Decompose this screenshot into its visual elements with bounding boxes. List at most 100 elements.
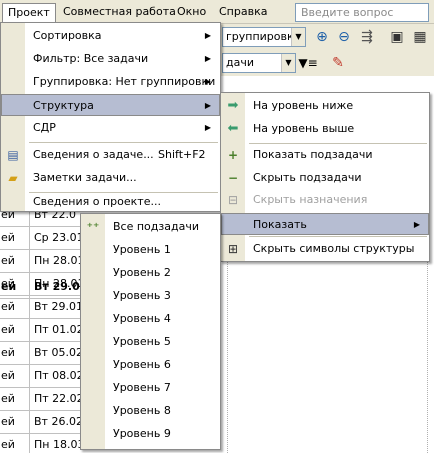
menu-item-level-4[interactable]: Уровень 4 (81, 308, 220, 330)
minus-icon: − (227, 171, 239, 185)
table-row[interactable]: ей Пт 22.02 (0, 388, 84, 411)
menu-item-label: Скрыть символы структуры (253, 242, 415, 255)
cell-duration: ей (0, 227, 30, 249)
menu-window[interactable]: Окно (172, 3, 211, 21)
cell-duration: ей (0, 319, 30, 341)
menu-item-label: Сведения о проекте... (33, 195, 161, 208)
gantt-chart-area[interactable] (221, 262, 434, 453)
submenu-arrow-icon: ▶ (204, 123, 211, 132)
zoom-in-icon[interactable]: ⊕ (312, 27, 332, 47)
project-menu: Сортировка ▶ Фильтр: Все задачи ▶ Группи… (0, 22, 221, 212)
menu-item-label: Уровень 1 (113, 243, 171, 256)
menu-item-level-5[interactable]: Уровень 5 (81, 331, 220, 353)
table-row[interactable]: ей Пт 08.02 (0, 365, 84, 388)
chevron-down-icon: ▼ (291, 28, 305, 46)
menu-item-label: Уровень 9 (113, 427, 171, 440)
cell-duration: ей (0, 250, 30, 272)
menu-item-show-subtasks[interactable]: + Показать подзадачи (221, 144, 429, 166)
menu-item-label: Группировка: Нет группировки (33, 75, 216, 88)
menu-item-all-subtasks[interactable]: ⁺⁺ Все подзадачи (81, 216, 220, 238)
menu-item-label: На уровень выше (253, 122, 355, 135)
menu-item-hide-subtasks[interactable]: − Скрыть подзадачи (221, 167, 429, 189)
menu-item-label: Показать подзадачи (253, 148, 373, 161)
outline-symbols-icon: ⊞ (227, 242, 239, 256)
menu-item-hide-outline-symbols[interactable]: ⊞ Скрыть символы структуры (221, 238, 429, 260)
menu-item-label: Скрыть назначения (253, 193, 368, 206)
structure-submenu: ➡ На уровень ниже ⬅ На уровень выше + По… (220, 92, 430, 262)
submenu-arrow-icon: ▶ (204, 31, 211, 40)
menu-item-label: Структура (33, 99, 94, 112)
arrow-right-icon: ➡ (227, 98, 239, 113)
menu-collaborate[interactable]: Совместная работа (58, 3, 181, 21)
menu-help[interactable]: Справка (214, 3, 272, 21)
menu-item-level-8[interactable]: Уровень 8 (81, 400, 220, 422)
menu-item-label: Уровень 3 (113, 289, 171, 302)
copy-picture-icon[interactable]: ▣ (387, 27, 407, 47)
table-row[interactable]: ей Пт 01.02 (0, 319, 84, 342)
menu-item-indent[interactable]: ➡ На уровень ниже (221, 95, 429, 117)
menu-separator (29, 142, 218, 143)
table-row[interactable]: ей Вт 05.02 (0, 342, 83, 365)
submenu-arrow-icon: ▶ (204, 101, 211, 110)
menu-item-outdent[interactable]: ⬅ На уровень выше (221, 118, 429, 140)
table-row[interactable]: ей Вт 26.02 (0, 411, 83, 434)
cell-duration: ей (0, 276, 30, 298)
cell-start: Вт 26.02 (34, 415, 83, 428)
cell-duration: ей (0, 296, 30, 318)
gantt-wizard-icon[interactable]: ▦ (410, 27, 430, 47)
menu-separator (249, 236, 427, 237)
cell-start: Пт 01.02 (34, 323, 84, 336)
menu-item-label: Уровень 6 (113, 358, 171, 371)
note-icon: ▰ (8, 171, 18, 185)
menu-item-label: Все подзадачи (113, 220, 199, 233)
menu-item-level-7[interactable]: Уровень 7 (81, 377, 220, 399)
menu-item-label: Уровень 7 (113, 381, 171, 394)
menu-item-level-1[interactable]: Уровень 1 (81, 239, 220, 261)
menu-item-label: Фильтр: Все задачи (33, 52, 149, 65)
menu-item-group[interactable]: Группировка: Нет группировки ▶ (1, 71, 220, 93)
cell-start: Пт 08.02 (34, 369, 84, 382)
grouping-combo[interactable]: группировки ▼ (222, 27, 306, 47)
menu-item-wbs[interactable]: СДР ▶ (1, 117, 220, 139)
menu-item-show[interactable]: Показать ▶ (221, 213, 429, 235)
menu-item-level-3[interactable]: Уровень 3 (81, 285, 220, 307)
menu-item-sort[interactable]: Сортировка ▶ (1, 25, 220, 47)
table-row[interactable]: ей Пн 28.01 (0, 250, 84, 273)
table-row[interactable]: ей Ср 23.01 (0, 227, 84, 250)
cell-start: Пн 28.01 (34, 254, 85, 267)
goto-task-icon[interactable]: ⇶ (357, 27, 377, 47)
highlight-icon[interactable]: ✎ (328, 53, 348, 73)
menu-project[interactable]: Проект (2, 3, 56, 24)
menu-item-structure[interactable]: Структура ▶ (1, 94, 220, 116)
menu-item-hide-assignments: ⊟ Скрыть назначения (221, 189, 429, 211)
task-info-icon: ▤ (7, 148, 19, 162)
submenu-arrow-icon: ▶ (413, 220, 420, 229)
zoom-out-icon[interactable]: ⊖ (334, 27, 354, 47)
chevron-down-icon: ▼ (281, 54, 295, 72)
menu-item-filter[interactable]: Фильтр: Все задачи ▶ (1, 48, 220, 70)
cell-start: Вт 05.02 (34, 346, 83, 359)
filter-combo[interactable]: дачи ▼ (222, 53, 296, 73)
table-row[interactable]: ей Вт 29.01 (0, 296, 83, 319)
menu-item-label: Заметки задачи... (33, 171, 137, 184)
menu-item-task-info[interactable]: ▤ Сведения о задаче... Shift+F2 (1, 144, 220, 166)
menu-item-level-9[interactable]: Уровень 9 (81, 423, 220, 445)
menu-item-label: Уровень 8 (113, 404, 171, 417)
autofilter-icon[interactable]: ▼≡ (298, 53, 318, 73)
menu-item-label: Сортировка (33, 29, 102, 42)
menu-item-level-2[interactable]: Уровень 2 (81, 262, 220, 284)
cell-duration: ей (0, 411, 30, 433)
menu-item-level-6[interactable]: Уровень 6 (81, 354, 220, 376)
menu-item-project-info[interactable]: Сведения о проекте... (1, 191, 220, 213)
menu-item-task-notes[interactable]: ▰ Заметки задачи... (1, 167, 220, 189)
cell-duration: ей (0, 388, 30, 410)
cell-duration: ей (0, 434, 30, 453)
table-row[interactable]: ей Пн 18.03 (0, 434, 84, 453)
menu-item-label: На уровень ниже (253, 99, 354, 112)
plus-icon: + (227, 148, 239, 162)
cell-start: Вт 29.01 (34, 300, 83, 313)
cell-duration: ей (0, 365, 30, 387)
menu-item-label: Уровень 2 (113, 266, 171, 279)
plus-plus-icon: ⁺⁺ (86, 220, 100, 234)
ask-question-input[interactable]: Введите вопрос (295, 3, 429, 22)
